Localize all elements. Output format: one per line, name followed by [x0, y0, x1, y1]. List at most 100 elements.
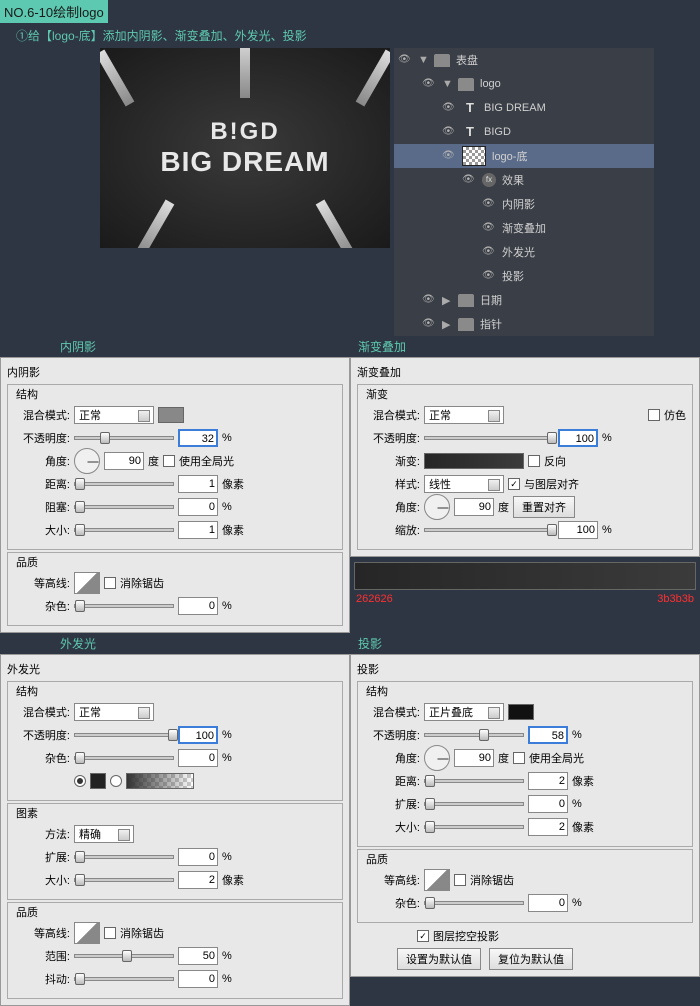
- input-angle[interactable]: 90: [104, 452, 144, 470]
- checkbox-reverse[interactable]: [528, 455, 540, 467]
- layer-group-date[interactable]: ▶日期: [394, 288, 654, 312]
- checkbox-antialias[interactable]: [454, 874, 466, 886]
- slider-size[interactable]: [74, 878, 174, 882]
- label-jitter: 抖动:: [14, 971, 70, 987]
- input-opacity[interactable]: 100: [558, 429, 598, 447]
- slider-noise[interactable]: [74, 604, 174, 608]
- radio-gradient[interactable]: [110, 775, 122, 787]
- layer-group-dial[interactable]: ▼表盘: [394, 48, 654, 72]
- input-distance[interactable]: 2: [528, 772, 568, 790]
- slider-noise[interactable]: [424, 901, 524, 905]
- input-noise[interactable]: 0: [178, 597, 218, 615]
- slider-opacity[interactable]: [424, 733, 524, 737]
- slider-scale[interactable]: [424, 528, 554, 532]
- slider-spread[interactable]: [424, 802, 524, 806]
- visibility-icon[interactable]: [482, 245, 496, 259]
- input-noise[interactable]: 0: [178, 749, 218, 767]
- layer-group-hands[interactable]: ▶指针: [394, 312, 654, 336]
- visibility-icon[interactable]: [482, 197, 496, 211]
- slider-choke[interactable]: [74, 505, 174, 509]
- color-swatch[interactable]: [90, 773, 106, 789]
- visibility-icon[interactable]: [482, 221, 496, 235]
- checkbox-global[interactable]: [163, 455, 175, 467]
- radio-color[interactable]: [74, 775, 86, 787]
- slider-size[interactable]: [424, 825, 524, 829]
- color-swatch[interactable]: [158, 407, 184, 423]
- input-size[interactable]: 1: [178, 521, 218, 539]
- slider-opacity[interactable]: [74, 436, 174, 440]
- arrow-icon[interactable]: ▼: [442, 78, 452, 90]
- checkbox-knockout[interactable]: [417, 930, 429, 942]
- slider-size[interactable]: [74, 528, 174, 532]
- input-opacity[interactable]: 32: [178, 429, 218, 447]
- slider-distance[interactable]: [74, 482, 174, 486]
- select-blend[interactable]: 正常: [74, 703, 154, 721]
- layer-fx-header[interactable]: fx效果: [394, 168, 654, 192]
- checkbox-global[interactable]: [513, 752, 525, 764]
- input-angle[interactable]: 90: [454, 749, 494, 767]
- visibility-icon[interactable]: [442, 149, 456, 163]
- visibility-icon[interactable]: [398, 53, 412, 67]
- checkbox-dither[interactable]: [648, 409, 660, 421]
- slider-range[interactable]: [74, 954, 174, 958]
- select-blend[interactable]: 正片叠底: [424, 703, 504, 721]
- input-spread[interactable]: 0: [528, 795, 568, 813]
- button-set-default[interactable]: 设置为默认值: [397, 948, 481, 970]
- contour-picker[interactable]: [74, 572, 100, 594]
- input-choke[interactable]: 0: [178, 498, 218, 516]
- input-size[interactable]: 2: [178, 871, 218, 889]
- visibility-icon[interactable]: [422, 293, 436, 307]
- layer-fx-innershadow[interactable]: 内阴影: [394, 192, 654, 216]
- input-angle[interactable]: 90: [454, 498, 494, 516]
- select-blend[interactable]: 正常: [424, 406, 504, 424]
- layer-fx-dropshadow[interactable]: 投影: [394, 264, 654, 288]
- button-reset-align[interactable]: 重置对齐: [513, 496, 575, 518]
- input-spread[interactable]: 0: [178, 848, 218, 866]
- slider-spread[interactable]: [74, 855, 174, 859]
- slider-distance[interactable]: [424, 779, 524, 783]
- input-distance[interactable]: 1: [178, 475, 218, 493]
- slider-noise[interactable]: [74, 756, 174, 760]
- gradient-picker[interactable]: [424, 453, 524, 469]
- gradient-preview-bar[interactable]: [354, 562, 696, 590]
- input-size[interactable]: 2: [528, 818, 568, 836]
- input-scale[interactable]: 100: [558, 521, 598, 539]
- angle-dial[interactable]: [424, 494, 450, 520]
- input-jitter[interactable]: 0: [178, 970, 218, 988]
- button-reset-default[interactable]: 复位为默认值: [489, 948, 573, 970]
- layer-fx-outerglow[interactable]: 外发光: [394, 240, 654, 264]
- visibility-icon[interactable]: [422, 317, 436, 331]
- checkbox-antialias[interactable]: [104, 927, 116, 939]
- arrow-icon[interactable]: ▼: [418, 54, 428, 66]
- contour-picker[interactable]: [74, 922, 100, 944]
- layer-text-bigd[interactable]: TBIGD: [394, 120, 654, 144]
- angle-dial[interactable]: [424, 745, 450, 771]
- slider-opacity[interactable]: [424, 436, 554, 440]
- gradient-thumb[interactable]: [126, 773, 194, 789]
- arrow-icon[interactable]: ▶: [442, 294, 452, 307]
- checkbox-antialias[interactable]: [104, 577, 116, 589]
- layer-group-logo[interactable]: ▼logo: [394, 72, 654, 96]
- visibility-icon[interactable]: [482, 269, 496, 283]
- slider-opacity[interactable]: [74, 733, 174, 737]
- visibility-icon[interactable]: [422, 77, 436, 91]
- layer-text-bigdream[interactable]: TBIG DREAM: [394, 96, 654, 120]
- input-opacity[interactable]: 58: [528, 726, 568, 744]
- input-opacity[interactable]: 100: [178, 726, 218, 744]
- visibility-icon[interactable]: [442, 125, 456, 139]
- layer-logo-base[interactable]: logo-底: [394, 144, 654, 168]
- arrow-icon[interactable]: ▶: [442, 318, 452, 331]
- visibility-icon[interactable]: [442, 101, 456, 115]
- layer-fx-gradient[interactable]: 渐变叠加: [394, 216, 654, 240]
- checkbox-align[interactable]: [508, 478, 520, 490]
- angle-dial[interactable]: [74, 448, 100, 474]
- input-range[interactable]: 50: [178, 947, 218, 965]
- color-swatch[interactable]: [508, 704, 534, 720]
- input-noise[interactable]: 0: [528, 894, 568, 912]
- select-blend[interactable]: 正常: [74, 406, 154, 424]
- slider-jitter[interactable]: [74, 977, 174, 981]
- visibility-icon[interactable]: [462, 173, 476, 187]
- select-method[interactable]: 精确: [74, 825, 134, 843]
- select-style[interactable]: 线性: [424, 475, 504, 493]
- contour-picker[interactable]: [424, 869, 450, 891]
